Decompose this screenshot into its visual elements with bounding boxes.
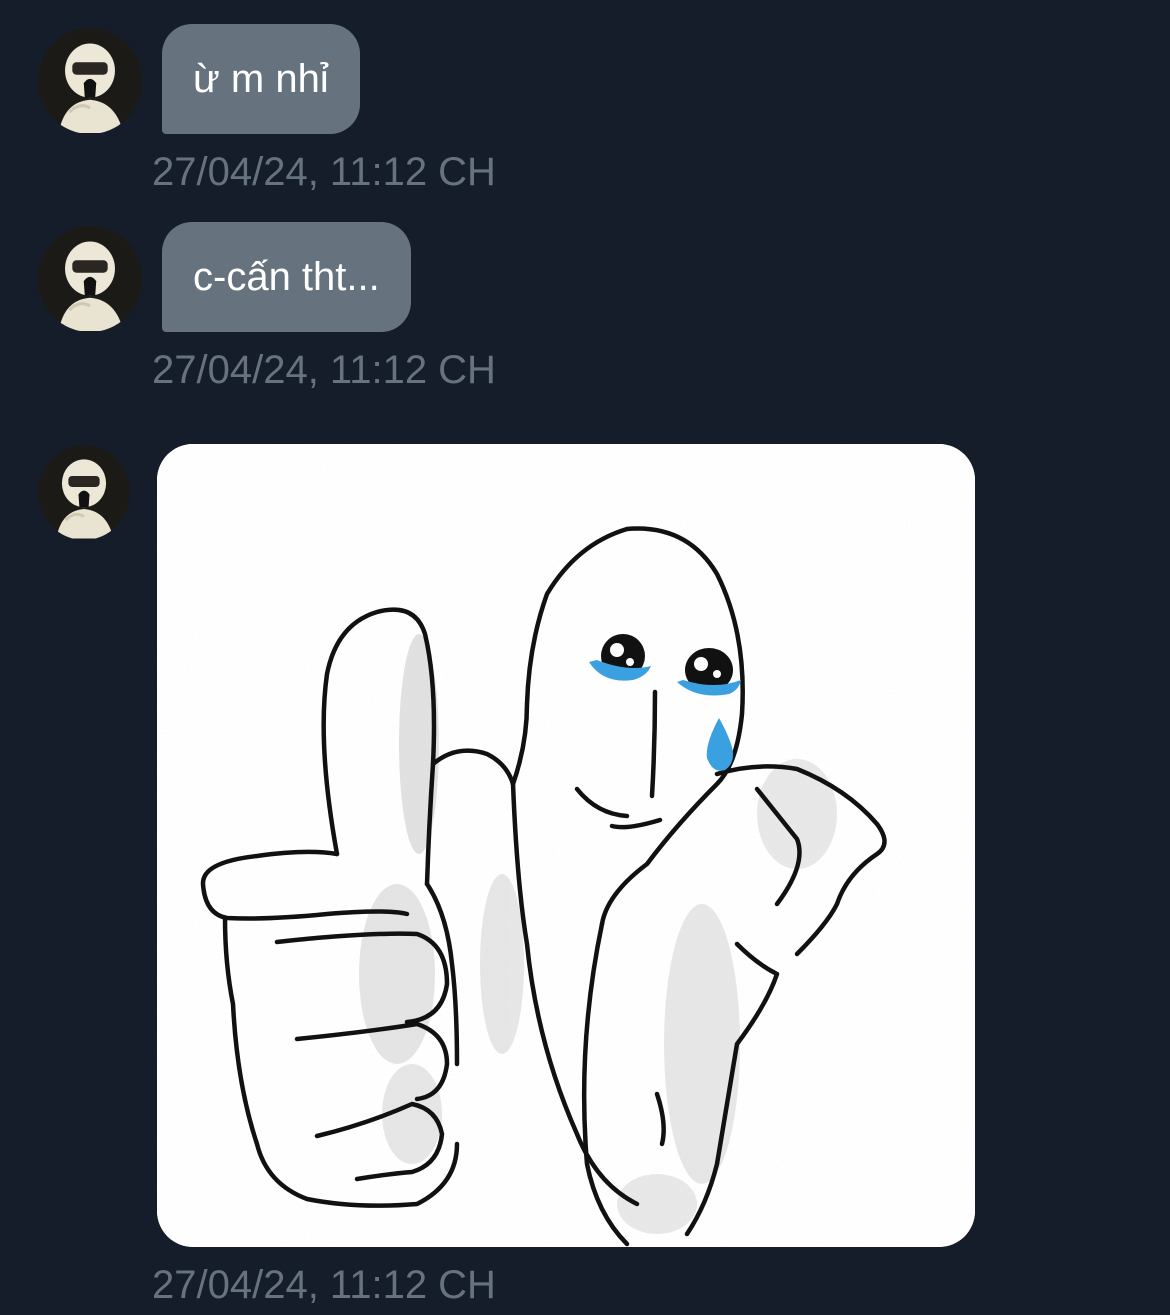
message-text: ừ m nhỉ xyxy=(193,57,329,101)
message-timestamp: 27/04/24, 11:12 CH xyxy=(152,1263,496,1307)
thumbs-up-crying-sticker xyxy=(157,444,975,1247)
message-text: c-cấn tht... xyxy=(193,255,380,299)
message-bubble[interactable]: ừ m nhỉ xyxy=(162,24,360,134)
sender-avatar[interactable] xyxy=(38,445,130,540)
hazmat-person-icon xyxy=(38,29,142,133)
message-timestamp: 27/04/24, 11:12 CH xyxy=(152,348,496,392)
hazmat-person-icon xyxy=(38,227,142,331)
sticker-image[interactable] xyxy=(157,444,975,1247)
message-timestamp: 27/04/24, 11:12 CH xyxy=(152,150,496,194)
sender-avatar[interactable] xyxy=(38,28,142,134)
hazmat-person-icon xyxy=(38,446,130,539)
message-bubble[interactable]: c-cấn tht... xyxy=(162,222,411,332)
sender-avatar[interactable] xyxy=(38,226,142,332)
